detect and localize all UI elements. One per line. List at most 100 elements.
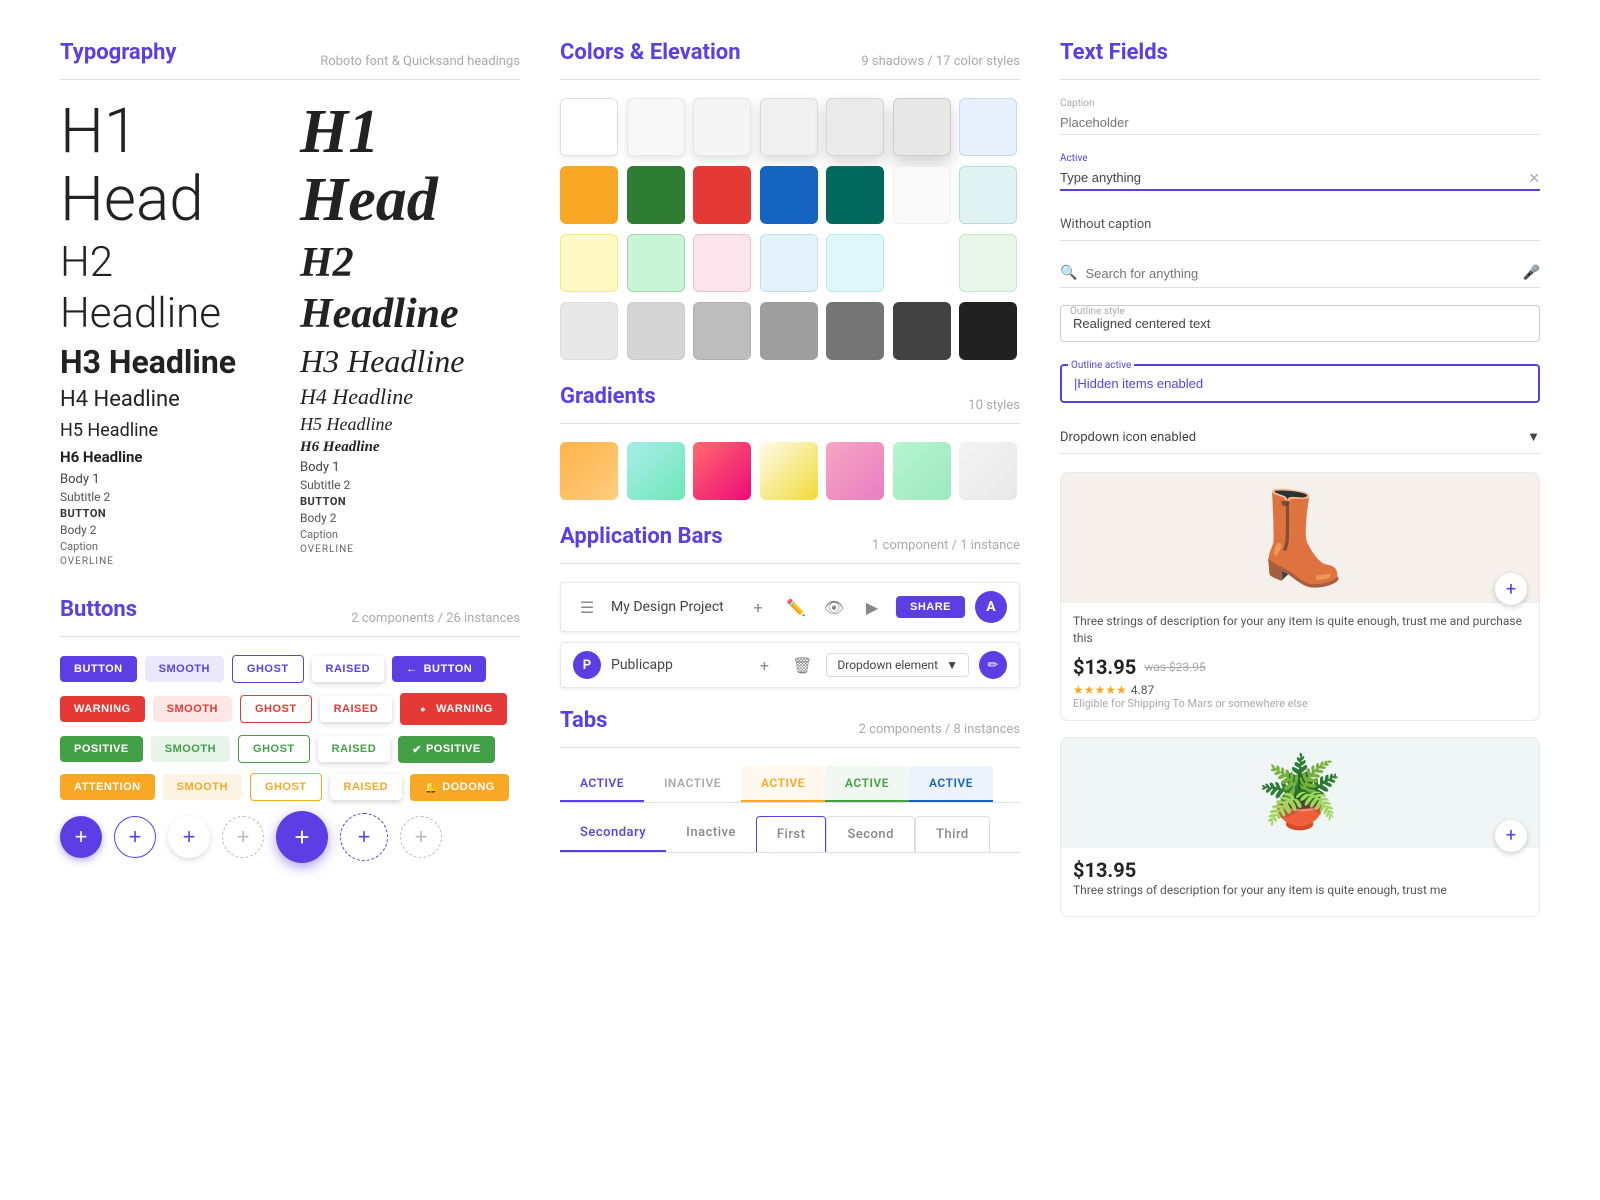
h4-roboto: H4 Headline — [60, 386, 280, 415]
tab-inactive-1[interactable]: INACTIVE — [644, 766, 741, 802]
tab-secondary-active[interactable]: Secondary — [560, 815, 666, 852]
edit-btn-appbar2[interactable]: ✏ — [979, 651, 1007, 679]
field-active-input[interactable] — [1060, 166, 1540, 191]
product-image-area-1: 👢 — [1061, 473, 1539, 603]
btn-raised-warning[interactable]: RAISED — [320, 696, 393, 722]
body2-roboto: Body 2 — [60, 523, 280, 537]
fab-dotted2[interactable]: + — [400, 816, 442, 858]
plus-icon-appbar2[interactable]: + — [750, 651, 778, 679]
clear-icon[interactable]: ✕ — [1528, 171, 1540, 187]
appbars-subtitle: 1 component / 1 instance — [872, 538, 1020, 553]
btn-ghost-warning[interactable]: GHOST — [240, 695, 312, 723]
fab-lg[interactable]: + — [340, 813, 388, 861]
app-logo-p: P — [573, 651, 601, 679]
fab-outline[interactable]: + — [114, 816, 156, 858]
btn-smooth-warning[interactable]: SMOOTH — [153, 696, 232, 722]
btn-raised-positive[interactable]: RAISED — [318, 736, 391, 762]
btn-raised-attention[interactable]: RAISED — [330, 774, 403, 800]
button-text-qs: BUTTON — [300, 495, 520, 508]
tint-color-swatches — [560, 234, 1020, 292]
swatch-gray-7 — [959, 302, 1017, 360]
fab-row: + + + + + + + — [60, 811, 520, 863]
mic-icon[interactable]: 🎤 — [1523, 265, 1540, 281]
btn-smooth-attention[interactable]: SMOOTH — [163, 774, 242, 800]
btn-warn-badge[interactable]: ● WARNING — [400, 693, 507, 725]
typography-divider — [60, 79, 520, 80]
appbars-header: Application Bars 1 component / 1 instanc… — [560, 524, 1020, 553]
btn-smooth-primary[interactable]: SMOOTH — [145, 656, 224, 682]
play-icon-appbar[interactable]: ▶ — [858, 593, 886, 621]
btn-raised-primary[interactable]: RAISED — [312, 656, 385, 682]
swatch-red — [693, 166, 751, 224]
fab-filled[interactable]: + — [276, 811, 328, 863]
btn-ghost-primary[interactable]: GHOST — [232, 655, 304, 683]
tab-inactive-2[interactable]: Inactive — [666, 815, 756, 852]
tab-second-outline[interactable]: Second — [826, 816, 915, 852]
eye-icon-appbar[interactable]: 👁 — [820, 593, 848, 621]
tab-first-outline[interactable]: First — [756, 816, 827, 852]
field-active-group: Active ✕ — [1060, 153, 1540, 191]
product-fab-plus-2[interactable]: + — [1495, 820, 1527, 852]
tab-active-green[interactable]: Active — [825, 766, 909, 802]
att-bell-icon: 🔔 — [424, 781, 438, 794]
swatch-green — [627, 166, 685, 224]
edit-icon-appbar[interactable]: ✏️ — [782, 593, 810, 621]
gradient-2 — [627, 442, 685, 500]
swatch-elevation-2 — [627, 98, 685, 156]
gradient-5 — [826, 442, 884, 500]
product-rating-number: 4.87 — [1131, 683, 1154, 697]
btn-smooth-positive[interactable]: SMOOTH — [151, 736, 230, 762]
field-outline-active-group: Outline active — [1060, 360, 1540, 403]
prev-arrow-icon: ← — [406, 663, 418, 675]
btn-ghost-positive[interactable]: GHOST — [238, 735, 310, 763]
btn-positive-label: POSITIVE — [426, 743, 481, 755]
fab-dotted[interactable]: + — [222, 816, 264, 858]
dropdown-appbar2[interactable]: Dropdown element ▼ — [826, 653, 969, 677]
avatar-appbar: A — [975, 591, 1007, 623]
tab-active-blue[interactable]: ACTIVE — [560, 766, 644, 802]
trash-icon-appbar2[interactable]: 🗑 — [788, 651, 816, 679]
product-fab-plus[interactable]: + — [1495, 573, 1527, 605]
btn-button-primary[interactable]: BUTTON — [60, 656, 137, 682]
field-dropdown[interactable]: Dropdown icon enabled ▼ — [1060, 421, 1540, 454]
btn-button-warning[interactable]: WARNING — [60, 696, 145, 722]
overline-roboto: OVERLINE — [60, 556, 280, 567]
colors-column: Colors & Elevation 9 shadows / 17 color … — [560, 40, 1020, 933]
search-input[interactable] — [1085, 266, 1514, 281]
field-nocaption-value: Without caption — [1060, 209, 1540, 241]
share-button[interactable]: SHARE — [896, 596, 965, 618]
textfields-header: Text Fields — [1060, 40, 1540, 69]
gradient-swatches — [560, 442, 1020, 500]
btn-att-badge[interactable]: 🔔 DODONG — [410, 774, 509, 801]
field-caption-input[interactable] — [1060, 111, 1540, 135]
field-outline-input[interactable] — [1060, 305, 1540, 342]
btn-button-positive[interactable]: POSITIVE — [60, 736, 143, 762]
hamburger-icon[interactable]: ☰ — [573, 593, 601, 621]
tabs-row-2: Secondary Inactive First Second Third — [560, 815, 1020, 853]
product-price-current-2: $13.95 — [1073, 858, 1527, 882]
search-icon: 🔍 — [1060, 265, 1077, 281]
tabs-section: Tabs 2 components / 8 instances ACTIVE I… — [560, 708, 1020, 853]
swatch-gray-2 — [627, 302, 685, 360]
product-price-row-1: $13.95 was $23.95 — [1073, 655, 1527, 679]
tab-third-outline[interactable]: Third — [915, 816, 990, 852]
btn-ghost-attention[interactable]: GHOST — [250, 773, 322, 801]
plus-icon-appbar[interactable]: + — [744, 593, 772, 621]
subtitle2-roboto: Subtitle 2 — [60, 490, 280, 504]
btn-prev-primary[interactable]: ← BUTTON — [392, 656, 486, 682]
gradient-7 — [959, 442, 1017, 500]
btn-pos-badge[interactable]: ✔ POSITIVE — [398, 736, 494, 763]
swatch-pink-light — [693, 234, 751, 292]
product-info-2: $13.95 Three strings of description for … — [1061, 848, 1539, 917]
tab-active-orange[interactable]: ACTIVE — [741, 766, 825, 802]
tab-active-blue2[interactable]: Active — [909, 766, 993, 802]
swatch-blue-light — [760, 234, 818, 292]
swatch-empty-1 — [893, 234, 951, 292]
product-card-1: 👢 + Three strings of description for you… — [1060, 472, 1540, 721]
gradients-subtitle: 10 styles — [968, 398, 1020, 413]
fab-blue[interactable]: + — [60, 816, 102, 858]
colors-title: Colors & Elevation — [560, 40, 741, 65]
fab-white[interactable]: + — [168, 816, 210, 858]
h6-roboto: H6 Headline — [60, 447, 280, 468]
btn-button-attention[interactable]: ATTENTION — [60, 774, 155, 800]
